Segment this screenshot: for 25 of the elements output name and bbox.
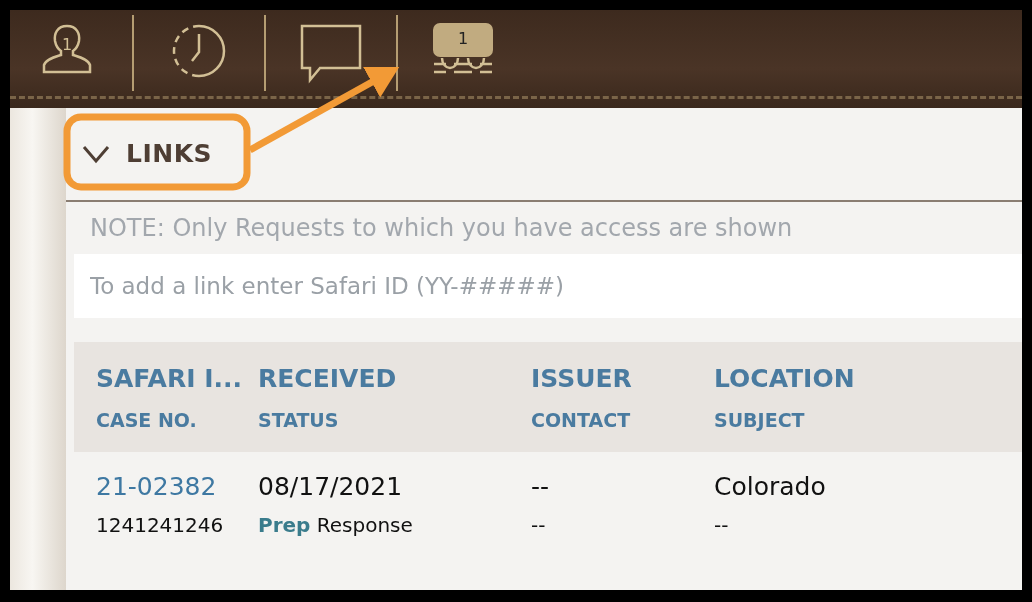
table-cell-text: -- — [531, 471, 551, 503]
toolbar-button[interactable]: 1 — [430, 20, 496, 86]
column-header[interactable]: SAFARI I... — [96, 360, 258, 398]
section-title[interactable]: LINKS — [126, 135, 213, 173]
table-cell-text: 1241241246 — [96, 511, 225, 539]
column-header[interactable]: RECEIVED — [258, 360, 531, 398]
case-link[interactable]: 21-02382 — [96, 468, 258, 506]
status-text: Response — [316, 512, 413, 537]
column-header[interactable]: ISSUER — [531, 360, 714, 398]
note-text: NOTE: Only Requests to which you have access are shown — [89, 213, 794, 244]
column-subheader[interactable]: CASE NO. — [96, 405, 258, 434]
column-subheader[interactable]: SUBJECT — [714, 405, 1022, 434]
table-cell-text: -- — [714, 511, 730, 539]
toolbar-button[interactable]: 1 — [34, 20, 100, 86]
table-cell-text: Colorado — [714, 471, 827, 503]
input-field[interactable]: To add a link enter Safari ID (YY-#####) — [74, 254, 1022, 318]
column-subheader[interactable]: STATUS — [258, 405, 531, 434]
table-cell-text: 08/17/2021 — [258, 471, 404, 503]
column-header[interactable]: LOCATION — [714, 360, 1022, 398]
count-label: 1 — [62, 37, 73, 53]
count-label: 1 — [458, 31, 469, 47]
column-subheader[interactable]: CONTACT — [531, 405, 714, 434]
table-cell-text: -- — [531, 511, 547, 539]
status-tag: Prep — [258, 512, 311, 537]
chevron-icon[interactable] — [82, 144, 110, 164]
